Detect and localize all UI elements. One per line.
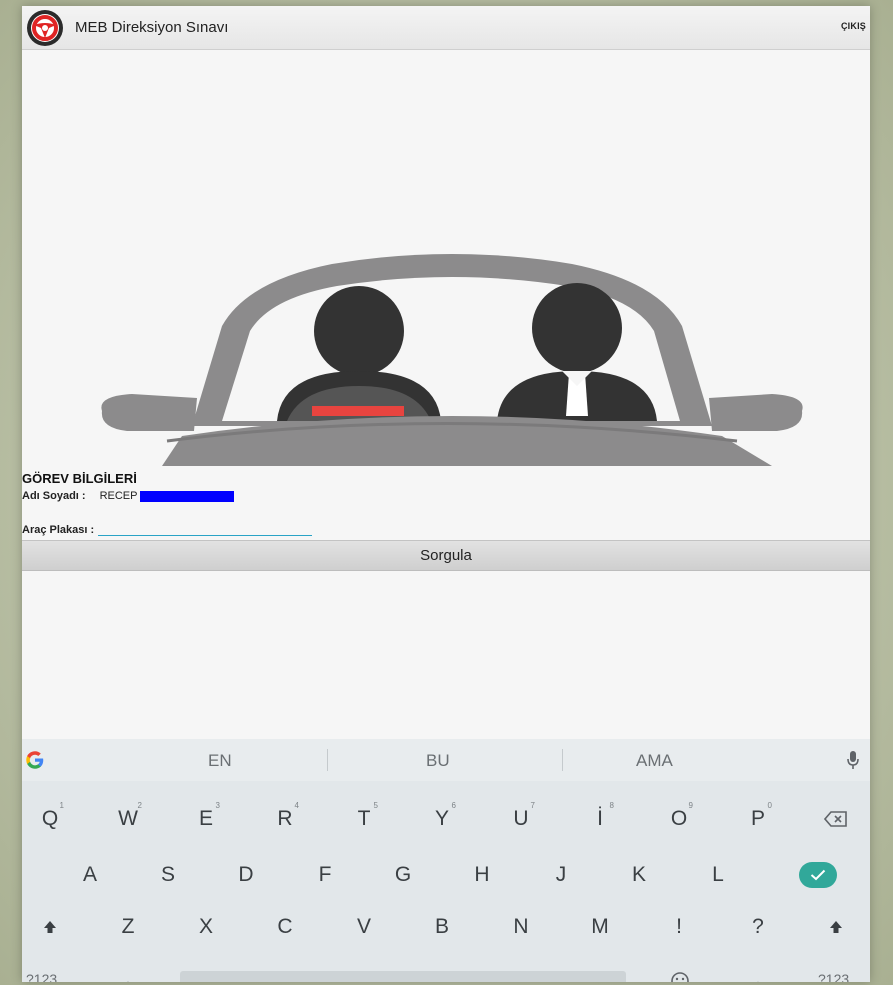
google-icon[interactable]	[24, 749, 46, 771]
key-z[interactable]: Z	[108, 907, 148, 947]
name-label: Adı Soyadı :	[22, 490, 86, 502]
key-w[interactable]: W2	[108, 799, 148, 839]
key-n[interactable]: N	[501, 907, 541, 947]
key-v[interactable]: V	[344, 907, 384, 947]
suggestion-divider	[562, 749, 563, 771]
app-title: MEB Direksiyon Sınavı	[75, 19, 229, 36]
key-e[interactable]: E3	[186, 799, 226, 839]
backspace-icon	[824, 811, 847, 827]
plate-input[interactable]	[98, 522, 313, 536]
redaction-bar	[140, 490, 235, 502]
query-button[interactable]: Sorgula	[22, 540, 870, 571]
exit-button[interactable]: ÇIKIŞ	[841, 21, 866, 31]
plate-label: Araç Plakası :	[22, 524, 95, 536]
car-with-driver-and-examiner-illustration	[101, 254, 803, 466]
space-key[interactable]	[180, 971, 626, 982]
shift-icon	[44, 921, 56, 933]
key-u[interactable]: U7	[501, 799, 541, 839]
key-t[interactable]: T5	[344, 799, 384, 839]
steering-wheel-logo-icon	[27, 9, 63, 46]
suggestion-3[interactable]: AMA	[636, 751, 673, 771]
on-screen-keyboard: Q1 W2 E3 R4 T5 Y6 U7 İ8 O9 P0 A S D F G …	[22, 781, 870, 982]
shift-key-right[interactable]	[816, 907, 856, 947]
period-key[interactable]: .	[756, 971, 760, 982]
backspace-key[interactable]	[816, 799, 856, 839]
name-value: RECEP	[99, 490, 138, 502]
symbols-key[interactable]: ?123	[26, 971, 57, 982]
key-m[interactable]: M	[580, 907, 620, 947]
key-l[interactable]: L	[698, 855, 738, 895]
key-o[interactable]: O9	[659, 799, 699, 839]
name-row: Adı Soyadı : RECEP	[22, 490, 235, 502]
key-f[interactable]: F	[305, 855, 345, 895]
key-exclamation[interactable]: !	[659, 907, 699, 947]
key-g[interactable]: G	[383, 855, 423, 895]
shift-key[interactable]	[30, 907, 70, 947]
key-question[interactable]: ?	[738, 907, 778, 947]
app-screen: MEB Direksiyon Sınavı ÇIKIŞ GÖREV BİLGİL…	[22, 6, 870, 982]
key-s[interactable]: S	[148, 855, 188, 895]
key-a[interactable]: A	[70, 855, 110, 895]
key-d[interactable]: D	[226, 855, 266, 895]
key-c[interactable]: C	[265, 907, 305, 947]
check-icon	[810, 869, 826, 881]
suggestion-divider	[327, 749, 328, 771]
app-bar: MEB Direksiyon Sınavı ÇIKIŞ	[22, 6, 870, 50]
comma-key[interactable]: ,	[126, 971, 130, 982]
key-p[interactable]: P0	[738, 799, 778, 839]
emoji-icon[interactable]	[670, 971, 690, 982]
plate-row: Araç Plakası :	[22, 522, 313, 536]
key-b[interactable]: B	[422, 907, 462, 947]
key-k[interactable]: K	[619, 855, 659, 895]
key-h[interactable]: H	[462, 855, 502, 895]
microphone-icon[interactable]	[846, 750, 860, 770]
key-r[interactable]: R4	[265, 799, 305, 839]
enter-key-bubble	[799, 862, 837, 888]
section-title: GÖREV BİLGİLERİ	[22, 471, 137, 486]
suggestion-2[interactable]: BU	[426, 751, 450, 771]
shift-icon	[830, 921, 842, 933]
key-x[interactable]: X	[186, 907, 226, 947]
key-y[interactable]: Y6	[422, 799, 462, 839]
key-j[interactable]: J	[541, 855, 581, 895]
enter-key[interactable]	[798, 855, 838, 895]
key-i-dotted[interactable]: İ8	[580, 799, 620, 839]
key-q[interactable]: Q1	[30, 799, 70, 839]
keyboard-suggestion-bar: EN BU AMA	[22, 739, 870, 781]
suggestion-1[interactable]: EN	[208, 751, 232, 771]
symbols-key-right[interactable]: ?123	[818, 971, 849, 982]
